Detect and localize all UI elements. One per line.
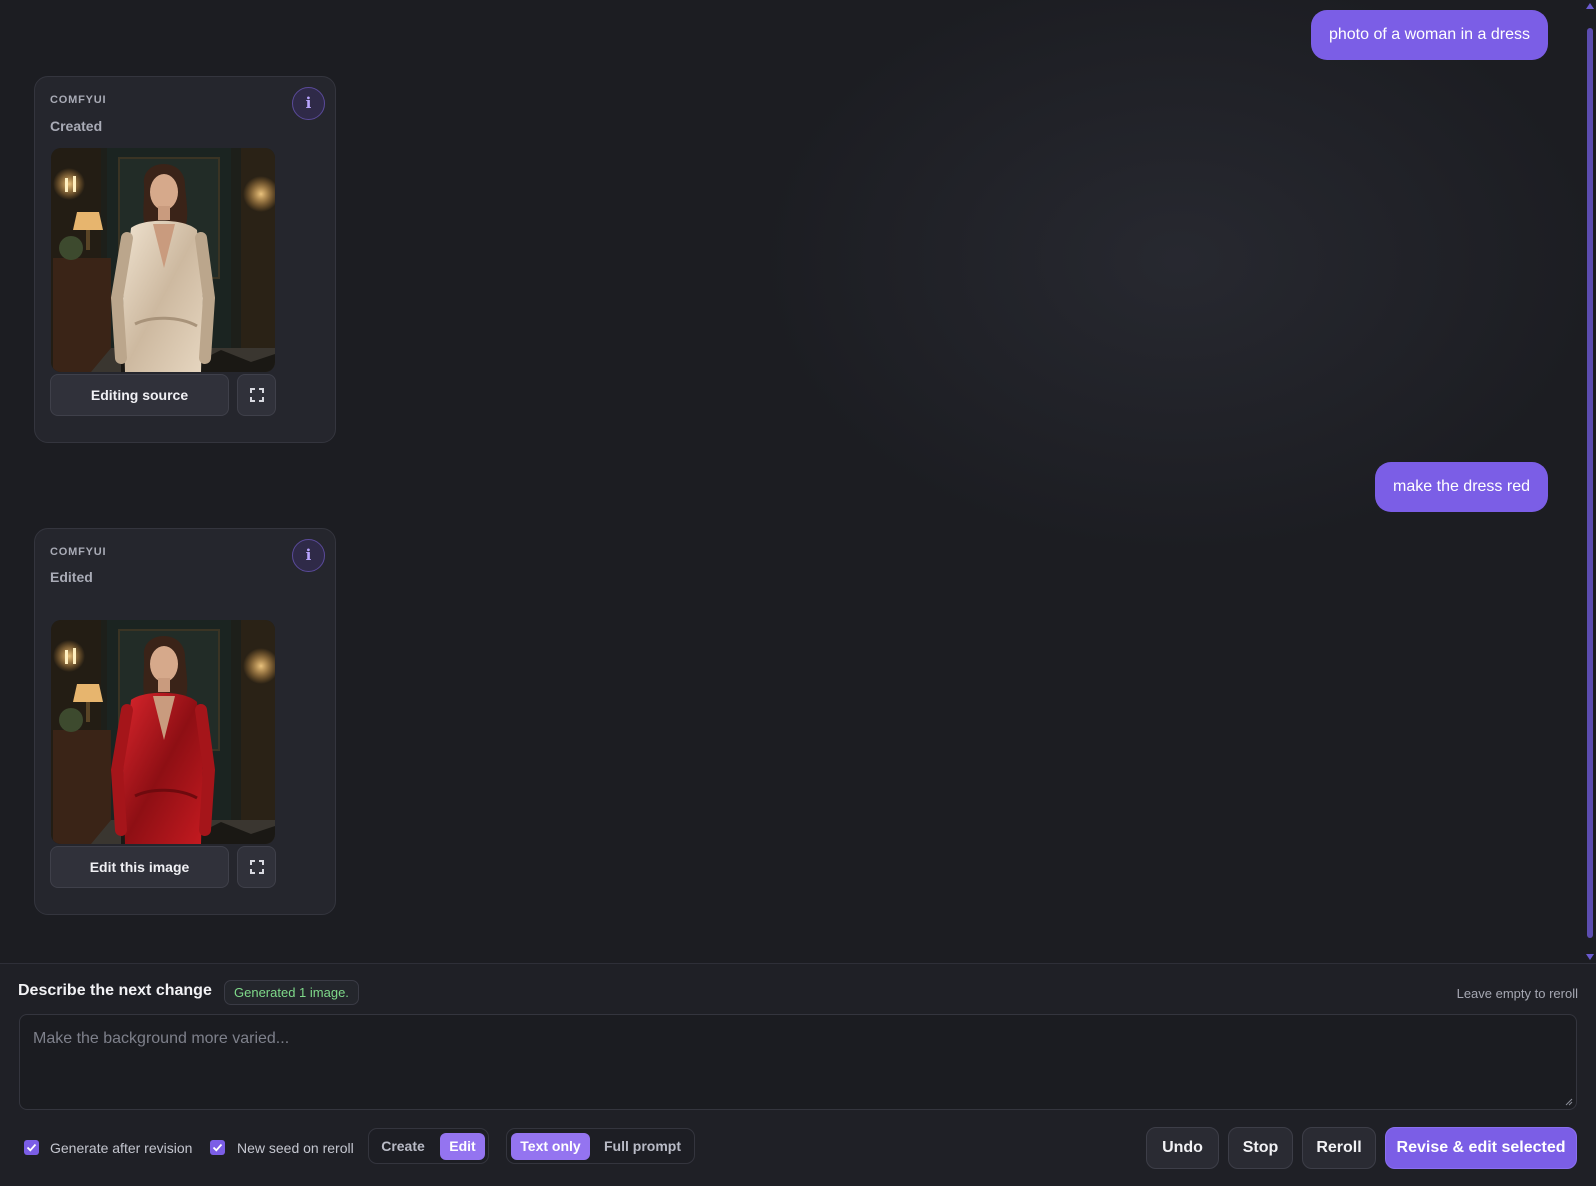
fullscreen-button[interactable]	[237, 846, 276, 888]
user-message-text: make the dress red	[1393, 478, 1530, 495]
status-label: Edited	[50, 569, 93, 585]
fullscreen-button[interactable]	[237, 374, 276, 416]
result-card-edited: COMFYUI Edited i Edit this image	[34, 528, 336, 915]
provider-label: COMFYUI	[50, 546, 107, 558]
user-message-text: photo of a woman in a dress	[1328, 26, 1530, 43]
composer-title: Describe the next change	[18, 982, 212, 999]
info-icon: i	[305, 546, 312, 564]
woman-in-red-dress-image	[51, 620, 275, 844]
info-button[interactable]: i	[292, 87, 325, 120]
woman-in-dress-image	[51, 148, 275, 372]
checkmark-icon	[212, 1143, 223, 1152]
new-seed-on-reroll-label[interactable]: New seed on reroll	[237, 1140, 354, 1156]
reroll-button[interactable]: Reroll	[1302, 1127, 1376, 1169]
resize-grip-icon[interactable]	[1565, 1098, 1573, 1106]
mode-edit-option[interactable]: Edit	[440, 1133, 485, 1160]
stop-button[interactable]: Stop	[1228, 1127, 1293, 1169]
full-prompt-option[interactable]: Full prompt	[595, 1133, 690, 1160]
checkmark-icon	[26, 1143, 37, 1152]
scrollbar-thumb[interactable]	[1587, 28, 1593, 938]
composer-toolbar: Generate after revision New seed on rero…	[0, 1127, 1596, 1171]
chat-area: photo of a woman in a dress COMFYUI Crea…	[0, 0, 1596, 963]
edit-this-image-button[interactable]: Edit this image	[50, 846, 229, 888]
info-button[interactable]: i	[292, 539, 325, 572]
chat-scrollbar[interactable]	[1584, 0, 1596, 963]
reroll-hint: Leave empty to reroll	[1456, 986, 1578, 1001]
generated-image-thumbnail[interactable]	[51, 148, 275, 372]
info-icon: i	[305, 94, 312, 112]
expand-icon	[249, 860, 264, 874]
provider-label: COMFYUI	[50, 94, 107, 106]
scroll-down-arrow-icon[interactable]	[1586, 954, 1594, 960]
generate-after-revision-label[interactable]: Generate after revision	[50, 1140, 192, 1156]
scroll-up-arrow-icon[interactable]	[1586, 3, 1594, 9]
generate-after-revision-checkbox[interactable]	[24, 1140, 39, 1155]
revise-edit-selected-button[interactable]: Revise & edit selected	[1385, 1127, 1577, 1169]
composer-panel: Describe the next change Generated 1 ima…	[0, 963, 1596, 1186]
result-card-created: COMFYUI Created i Editing source	[34, 76, 336, 443]
mode-toggle: Create Edit	[368, 1128, 489, 1164]
generated-image-thumbnail[interactable]	[51, 620, 275, 844]
user-message-bubble: make the dress red	[1375, 462, 1548, 512]
text-only-option[interactable]: Text only	[511, 1133, 590, 1160]
mode-create-option[interactable]: Create	[375, 1133, 431, 1160]
user-message-bubble: photo of a woman in a dress	[1310, 10, 1548, 60]
new-seed-on-reroll-checkbox[interactable]	[210, 1140, 225, 1155]
status-badge: Generated 1 image.	[224, 980, 359, 1005]
editing-source-button[interactable]: Editing source	[50, 374, 229, 416]
status-label: Created	[50, 118, 103, 134]
change-description-input[interactable]	[19, 1014, 1577, 1110]
prompt-scope-toggle: Text only Full prompt	[506, 1128, 695, 1164]
expand-icon	[249, 388, 264, 402]
undo-button[interactable]: Undo	[1146, 1127, 1219, 1169]
